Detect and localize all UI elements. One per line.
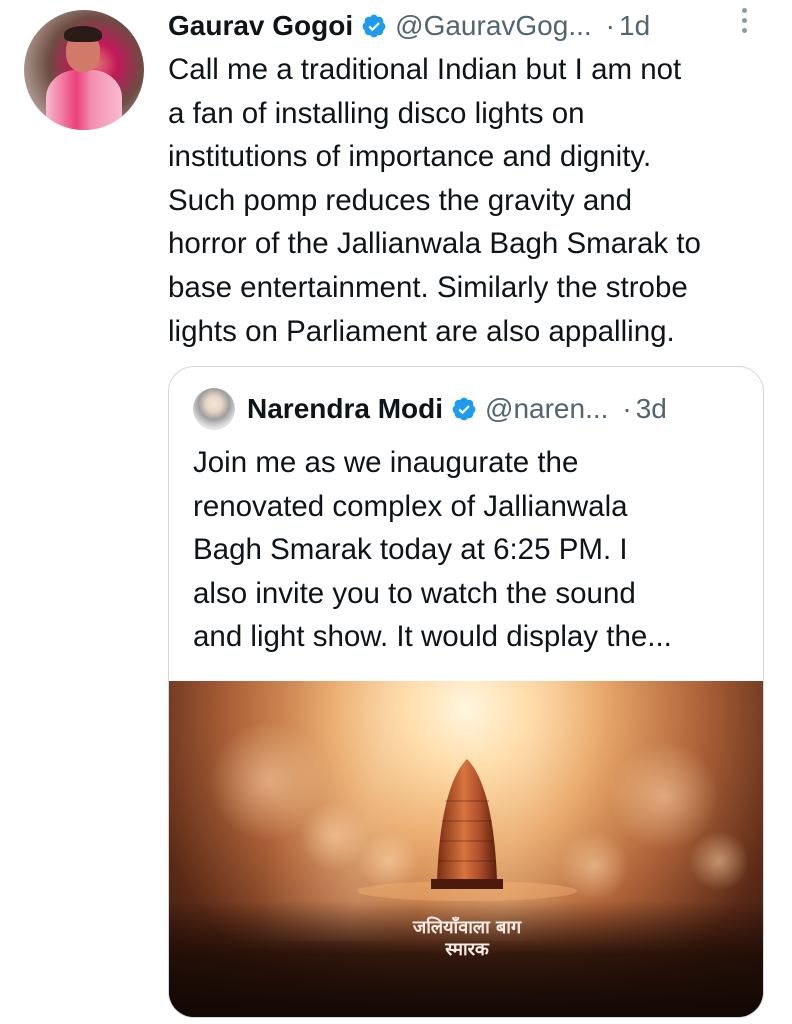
quoted-tweet-card[interactable]: Narendra Modi @naren... · 3d Join me as … [168,366,764,1018]
tweet-timestamp[interactable]: 1d [619,10,650,42]
quoted-text-line: Bagh Smarak today at 6:25 PM. I [193,533,628,567]
verified-badge-icon [362,14,386,38]
tweet-text-line: Call me a traditional Indian but I am no… [168,53,682,86]
media-caption-line: स्मारक [445,939,489,960]
media-caption-line: जलियाँवाला बाग [412,917,522,938]
more-vertical-icon[interactable] [734,8,754,42]
quoted-text-line: also invite you to watch the sound [193,576,636,610]
quoted-text-line: Join me as we inaugurate the [193,446,579,479]
author-avatar[interactable] [24,10,144,130]
tweet-text: Call me a traditional Indian but I am no… [168,48,778,353]
quoted-tweet-media[interactable]: जलियाँवाला बाग स्मारक [169,681,763,1017]
verified-badge-icon [452,397,476,421]
tweet-text-line: lights on Parliament are also appalling. [168,314,675,348]
avatar-figure-body [46,70,122,130]
header-separator: · [605,10,615,41]
quoted-text-line: and light show. It would display the... [193,620,672,654]
author-name[interactable]: Gaurav Gogoi [168,10,353,42]
avatar-figure-hair [64,26,102,42]
quoted-header-separator: · [622,393,632,424]
quoted-tweet-timestamp[interactable]: 3d [636,393,667,425]
quoted-author-name[interactable]: Narendra Modi [247,393,443,425]
quoted-author-avatar[interactable] [193,388,235,430]
tweet-text-line: Such pomp reduces the gravity and [168,183,633,217]
quoted-tweet-text: Join me as we inaugurate the renovated c… [193,441,753,659]
quoted-text-line: renovated complex of Jallianwala [193,489,628,523]
author-handle[interactable]: @GauravGog... [395,10,592,42]
memorial-tower-image [357,759,577,901]
tweet-text-line: institutions of importance and dignity. [168,140,652,174]
tweet-header: Gaurav Gogoi @GauravGog... · 1d [168,6,768,46]
quoted-tweet-header: Narendra Modi @naren... · 3d [193,387,753,431]
tweet-text-line: a fan of installing disco lights on [168,96,585,130]
tweet-text-line: base entertainment. Similarly the strobe [168,270,688,304]
quoted-author-handle[interactable]: @naren... [485,393,608,425]
tweet-text-line: horror of the Jallianwala Bagh Smarak to [168,227,701,261]
